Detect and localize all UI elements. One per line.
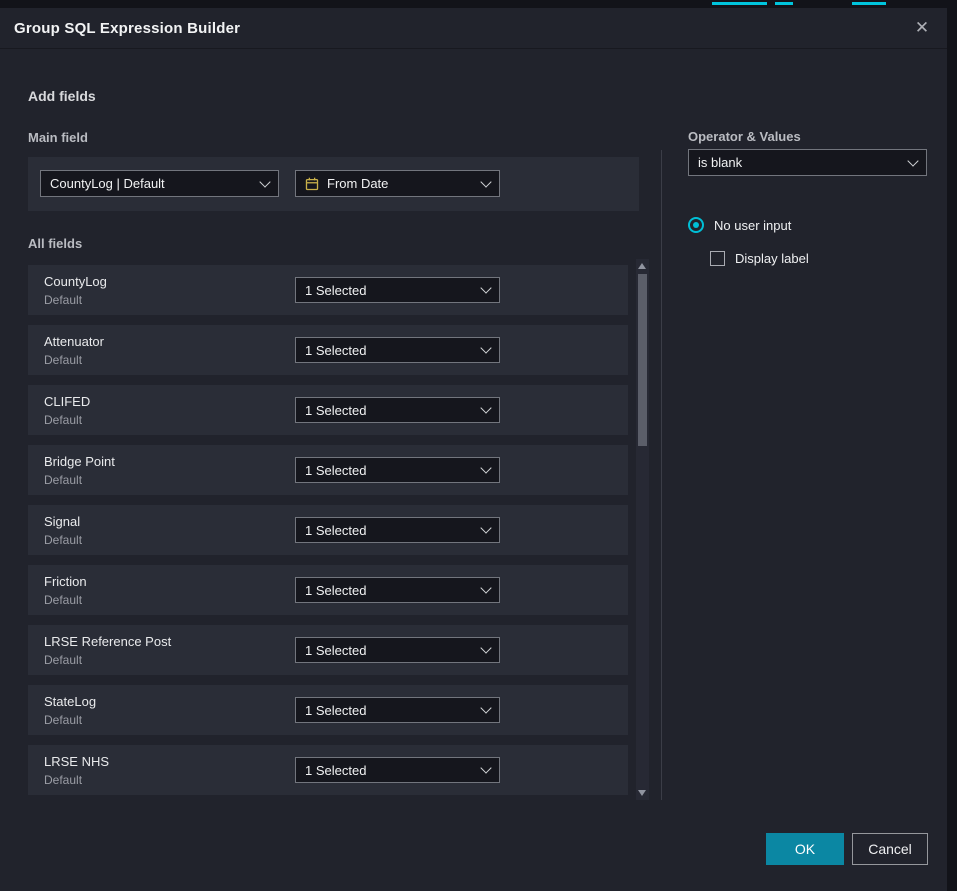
vertical-divider	[661, 150, 662, 800]
dropdown-value: 1 Selected	[305, 403, 474, 418]
main-field-panel: CountyLog | Default From Date	[28, 157, 639, 211]
field-name: StateLog	[44, 694, 96, 709]
field-row: LRSE Reference Post Default 1 Selected	[28, 625, 628, 675]
field-selection-dropdown[interactable]: 1 Selected	[295, 577, 500, 603]
dropdown-value: is blank	[698, 155, 901, 170]
vertical-scrollbar[interactable]	[636, 259, 649, 800]
chevron-down-icon	[480, 642, 491, 653]
all-fields-list: CountyLog Default 1 Selected Attenuator Defa…	[28, 265, 628, 805]
field-selection-dropdown[interactable]: 1 Selected	[295, 457, 500, 483]
display-label-checkbox[interactable]: Display label	[710, 251, 809, 266]
field-subtitle: Default	[44, 353, 82, 367]
chevron-down-icon	[480, 402, 491, 413]
cancel-button[interactable]: Cancel	[852, 833, 928, 865]
field-row: Signal Default 1 Selected	[28, 505, 628, 555]
operator-dropdown[interactable]: is blank	[688, 149, 927, 176]
scroll-up-icon[interactable]	[638, 263, 646, 269]
field-name: LRSE NHS	[44, 754, 109, 769]
no-user-input-label: No user input	[714, 218, 791, 233]
field-row: CountyLog Default 1 Selected	[28, 265, 628, 315]
field-subtitle: Default	[44, 653, 82, 667]
field-name: LRSE Reference Post	[44, 634, 171, 649]
chevron-down-icon	[480, 176, 491, 187]
chevron-down-icon	[480, 762, 491, 773]
dropdown-value: 1 Selected	[305, 523, 474, 538]
field-selection-dropdown[interactable]: 1 Selected	[295, 517, 500, 543]
chevron-down-icon	[480, 582, 491, 593]
field-row: Attenuator Default 1 Selected	[28, 325, 628, 375]
field-subtitle: Default	[44, 593, 82, 607]
chevron-down-icon	[480, 462, 491, 473]
field-subtitle: Default	[44, 413, 82, 427]
checkbox-unchecked-icon	[710, 251, 725, 266]
field-subtitle: Default	[44, 473, 82, 487]
dropdown-value: 1 Selected	[305, 703, 474, 718]
group-sql-expression-builder-dialog: Group SQL Expression Builder ✕ Add field…	[0, 8, 947, 891]
all-fields-label: All fields	[28, 236, 82, 251]
dialog-header: Group SQL Expression Builder	[0, 8, 947, 49]
chevron-down-icon	[480, 702, 491, 713]
field-selection-dropdown[interactable]: 1 Selected	[295, 757, 500, 783]
display-label-label: Display label	[735, 251, 809, 266]
scrollbar-thumb[interactable]	[638, 274, 647, 446]
field-subtitle: Default	[44, 293, 82, 307]
add-fields-heading: Add fields	[28, 88, 96, 104]
dropdown-value: CountyLog | Default	[50, 176, 253, 191]
field-selection-dropdown[interactable]: 1 Selected	[295, 637, 500, 663]
dropdown-value: 1 Selected	[305, 583, 474, 598]
field-row: Bridge Point Default 1 Selected	[28, 445, 628, 495]
dropdown-value: 1 Selected	[305, 343, 474, 358]
chevron-down-icon	[480, 522, 491, 533]
field-selection-dropdown[interactable]: 1 Selected	[295, 337, 500, 363]
field-selection-dropdown[interactable]: 1 Selected	[295, 277, 500, 303]
field-name: Friction	[44, 574, 87, 589]
dropdown-value: 1 Selected	[305, 643, 474, 658]
clipped-underlying-ui	[775, 2, 793, 5]
dropdown-value: 1 Selected	[305, 463, 474, 478]
field-name: Attenuator	[44, 334, 104, 349]
radio-selected-icon	[688, 217, 704, 233]
chevron-down-icon	[259, 176, 270, 187]
scroll-down-icon[interactable]	[638, 790, 646, 796]
field-row: Friction Default 1 Selected	[28, 565, 628, 615]
field-name: Signal	[44, 514, 80, 529]
clipped-underlying-ui	[712, 2, 767, 5]
dropdown-value: 1 Selected	[305, 283, 474, 298]
field-subtitle: Default	[44, 533, 82, 547]
ok-button[interactable]: OK	[766, 833, 844, 865]
source-dropdown[interactable]: CountyLog | Default	[40, 170, 279, 197]
calendar-icon	[305, 177, 319, 191]
dropdown-value: From Date	[327, 176, 474, 191]
operator-values-heading: Operator & Values	[688, 129, 801, 144]
field-name: CLIFED	[44, 394, 90, 409]
main-field-label: Main field	[28, 130, 88, 145]
field-subtitle: Default	[44, 713, 82, 727]
field-row: CLIFED Default 1 Selected	[28, 385, 628, 435]
dialog-title: Group SQL Expression Builder	[14, 20, 240, 37]
dropdown-value: 1 Selected	[305, 763, 474, 778]
field-row: StateLog Default 1 Selected	[28, 685, 628, 735]
field-selection-dropdown[interactable]: 1 Selected	[295, 397, 500, 423]
clipped-underlying-ui	[852, 2, 886, 5]
field-selection-dropdown[interactable]: 1 Selected	[295, 697, 500, 723]
chevron-down-icon	[480, 282, 491, 293]
chevron-down-icon	[480, 342, 491, 353]
field-subtitle: Default	[44, 773, 82, 787]
close-icon[interactable]: ✕	[911, 17, 933, 39]
field-name: CountyLog	[44, 274, 107, 289]
field-row: LRSE NHS Default 1 Selected	[28, 745, 628, 795]
no-user-input-radio[interactable]: No user input	[688, 217, 791, 233]
field-name: Bridge Point	[44, 454, 115, 469]
chevron-down-icon	[907, 155, 918, 166]
date-field-dropdown[interactable]: From Date	[295, 170, 500, 197]
